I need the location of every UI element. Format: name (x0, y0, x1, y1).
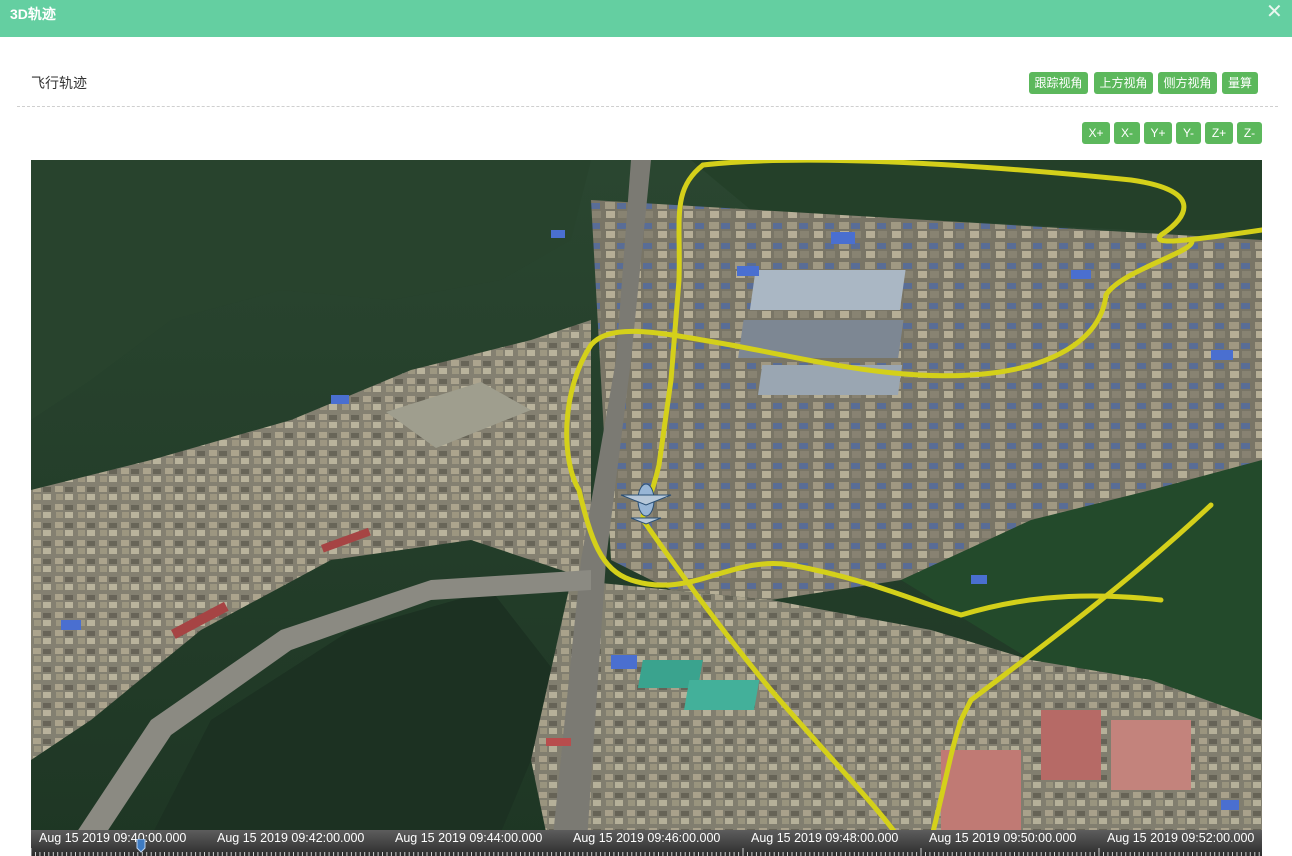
timeline-label: Aug 15 2019 09:42:00.000 (217, 831, 365, 845)
window-title: 3D轨迹 (10, 6, 56, 22)
x-minus-button[interactable]: X- (1114, 122, 1140, 144)
z-minus-button[interactable]: Z- (1237, 122, 1262, 144)
timeline-label: Aug 15 2019 09:40:00.000 (39, 831, 187, 845)
timeline-bar[interactable]: Aug 15 2019 09:40:00.000 Aug 15 2019 09:… (31, 830, 1262, 856)
divider (17, 106, 1278, 107)
close-icon[interactable]: ✕ (1266, 2, 1283, 22)
timeline-label: Aug 15 2019 09:46:00.000 (573, 831, 721, 845)
y-minus-button[interactable]: Y- (1176, 122, 1201, 144)
section-title: 飞行轨迹 (31, 75, 87, 91)
timeline-ticks (31, 848, 1260, 856)
title-bar: 3D轨迹 ✕ (0, 0, 1292, 37)
satellite-imagery (31, 160, 1262, 856)
timeline-label: Aug 15 2019 09:50:00.000 (929, 831, 1077, 845)
y-plus-button[interactable]: Y+ (1144, 122, 1172, 144)
top-view-button[interactable]: 上方视角 (1094, 72, 1153, 94)
tracking-view-button[interactable]: 跟踪视角 (1029, 72, 1088, 94)
x-plus-button[interactable]: X+ (1082, 122, 1110, 144)
measure-button[interactable]: 量算 (1222, 72, 1258, 94)
timeline-label: Aug 15 2019 09:48:00.000 (751, 831, 899, 845)
timeline-label: Aug 15 2019 09:52:00.000 (1107, 831, 1255, 845)
playhead-icon[interactable] (136, 839, 146, 853)
timeline-label: Aug 15 2019 09:44:00.000 (395, 831, 543, 845)
z-plus-button[interactable]: Z+ (1205, 122, 1233, 144)
side-view-button[interactable]: 侧方视角 (1158, 72, 1217, 94)
map-viewer[interactable] (31, 160, 1262, 856)
